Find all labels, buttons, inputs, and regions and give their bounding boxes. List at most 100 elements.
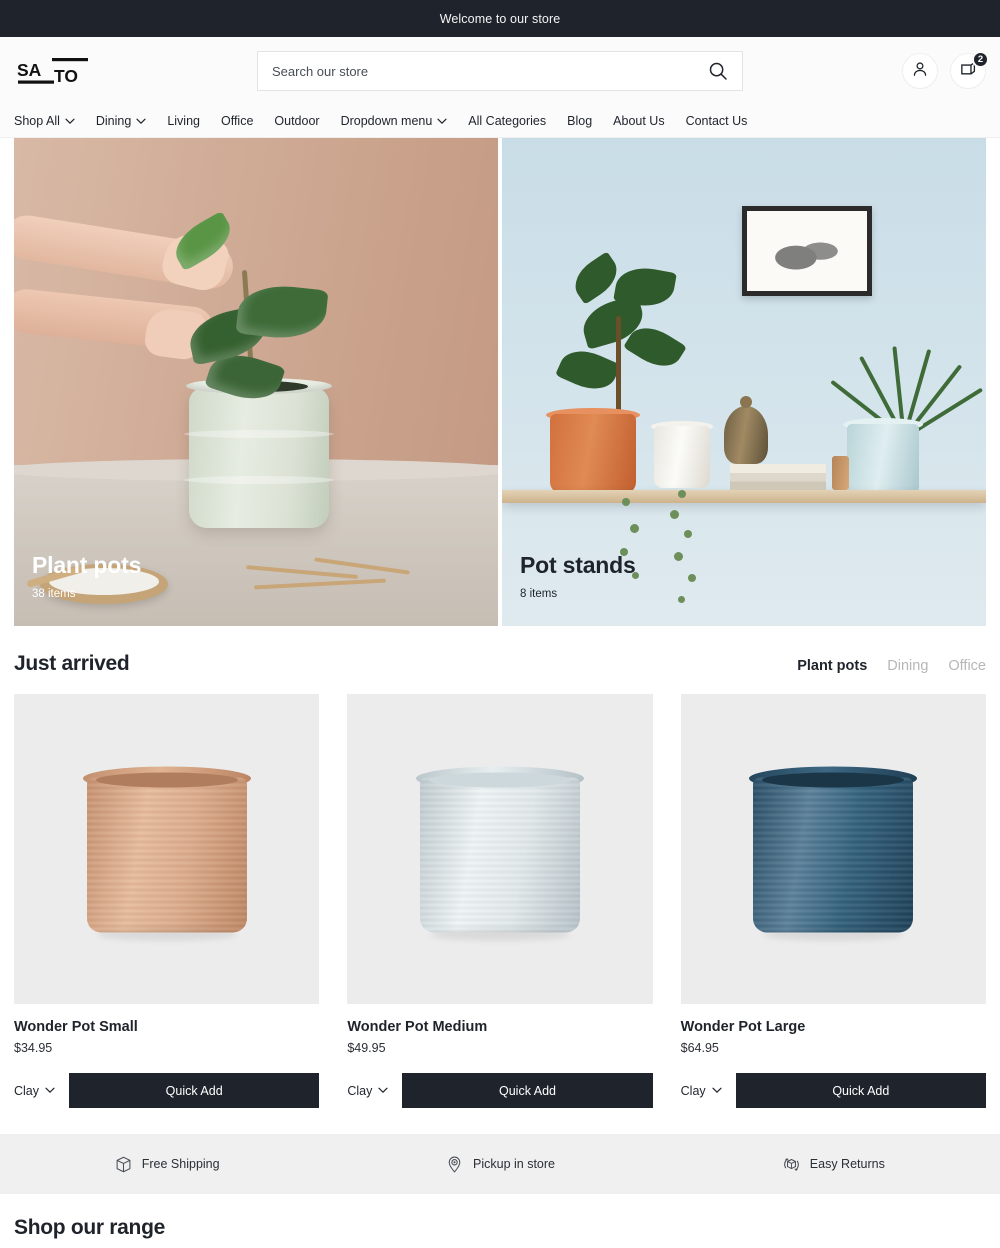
svg-text:TO: TO xyxy=(54,66,78,86)
nav-label: Contact Us xyxy=(685,114,748,128)
tab-office[interactable]: Office xyxy=(948,658,986,674)
feature-label: Easy Returns xyxy=(809,1157,885,1171)
hero-card-plant-pots[interactable]: Plant pots 38 items xyxy=(14,138,498,626)
chevron-down-icon xyxy=(712,1087,722,1094)
svg-text:SA: SA xyxy=(17,60,42,80)
product-image[interactable] xyxy=(680,694,986,1004)
nav-item-shop-all[interactable]: Shop All xyxy=(14,114,75,128)
site-logo[interactable]: SA TO xyxy=(14,52,124,90)
product-title[interactable]: Wonder Pot Small xyxy=(14,1019,319,1035)
hero-item-count: 8 items xyxy=(520,588,558,600)
variant-selector[interactable]: Clay xyxy=(347,1073,402,1108)
variant-selector[interactable]: Clay xyxy=(681,1073,736,1108)
logo-icon: SA TO xyxy=(17,58,88,86)
feature-label: Pickup in store xyxy=(473,1157,555,1171)
nav-item-contact-us[interactable]: Contact Us xyxy=(686,114,748,128)
storefront-page: Welcome to our store SA TO Search our st… xyxy=(0,0,1000,1248)
hero-collection-banners: Plant pots 38 items Pot stands 8 items xyxy=(0,138,1000,626)
search-container xyxy=(257,51,743,91)
tab-dining[interactable]: Dining xyxy=(887,658,928,674)
nav-item-blog[interactable]: Blog xyxy=(567,114,592,128)
section-title-just-arrived: Just arrived xyxy=(14,652,130,675)
search-input[interactable] xyxy=(272,63,708,79)
main-nav: Shop All Dining Living Office Outdoor Dr… xyxy=(0,105,1000,138)
return-box-icon xyxy=(782,1155,801,1174)
search-icon[interactable] xyxy=(708,61,728,81)
chevron-down-icon xyxy=(437,118,447,124)
feature-bar: Free Shipping Pickup in store Easy Retur… xyxy=(0,1134,1000,1194)
product-card-wonder-pot-large: Wonder Pot Large $64.95 Clay Quick Add xyxy=(680,694,986,1108)
feature-pickup-in-store: Pickup in store xyxy=(333,1155,666,1174)
nav-label: Blog xyxy=(567,114,593,128)
variant-label: Clay xyxy=(14,1083,40,1098)
hero-text-pot-stands: Pot stands 8 items xyxy=(520,552,636,600)
product-price: $49.95 xyxy=(347,1041,386,1055)
nav-item-about-us[interactable]: About Us xyxy=(613,114,664,128)
site-header: SA TO Search our store 2 xyxy=(0,37,1000,105)
product-card-wonder-pot-medium: Wonder Pot Medium $49.95 Clay Quick Add xyxy=(347,694,653,1108)
chevron-down-icon xyxy=(136,118,146,124)
hero-text-plant-pots: Plant pots 38 items xyxy=(32,552,141,600)
nav-label: Dining xyxy=(95,114,132,128)
product-image[interactable] xyxy=(347,694,653,1004)
pot-graphic xyxy=(749,766,918,941)
pot-graphic xyxy=(82,766,251,941)
nav-item-office[interactable]: Office xyxy=(221,114,253,128)
hero-item-count: 38 items xyxy=(32,588,76,600)
account-button[interactable] xyxy=(902,53,938,89)
quick-add-button[interactable]: Quick Add xyxy=(69,1073,320,1108)
tab-plant-pots[interactable]: Plant pots xyxy=(797,658,867,674)
user-icon xyxy=(911,60,929,83)
chevron-down-icon xyxy=(45,1087,55,1094)
nav-item-dropdown-menu[interactable]: Dropdown menu xyxy=(341,114,448,128)
nav-item-dining[interactable]: Dining xyxy=(96,114,146,128)
nav-label: All Categories xyxy=(468,114,547,128)
nav-item-outdoor[interactable]: Outdoor xyxy=(274,114,319,128)
variant-selector[interactable]: Clay xyxy=(14,1073,69,1108)
quick-add-button[interactable]: Quick Add xyxy=(402,1073,653,1108)
product-card-wonder-pot-small: Wonder Pot Small $34.95 Clay Quick Add xyxy=(14,694,320,1108)
product-title[interactable]: Wonder Pot Large xyxy=(681,1019,986,1035)
product-image[interactable] xyxy=(14,694,320,1004)
product-actions: Clay Quick Add xyxy=(14,1073,320,1108)
hero-title: Pot stands xyxy=(520,552,636,579)
pot-graphic xyxy=(415,766,584,941)
hero-card-pot-stands[interactable]: Pot stands 8 items xyxy=(502,138,986,626)
product-price: $34.95 xyxy=(14,1041,53,1055)
variant-label: Clay xyxy=(347,1083,373,1098)
feature-free-shipping: Free Shipping xyxy=(0,1155,333,1174)
nav-item-living[interactable]: Living xyxy=(167,114,200,128)
product-grid: Wonder Pot Small $34.95 Clay Quick Add W… xyxy=(0,676,1000,1108)
nav-item-all-categories[interactable]: All Categories xyxy=(468,114,546,128)
shop-range-grid xyxy=(0,1240,1000,1248)
product-price: $64.95 xyxy=(680,1041,719,1055)
cart-button[interactable]: 2 xyxy=(950,51,989,89)
chevron-down-icon xyxy=(65,118,75,124)
nav-label: Shop All xyxy=(14,114,60,128)
shop-range-header: Shop our range xyxy=(0,1194,1000,1240)
nav-label: Office xyxy=(220,114,254,128)
header-actions: 2 xyxy=(902,51,989,89)
variant-label: Clay xyxy=(680,1083,706,1098)
nav-label: Outdoor xyxy=(274,114,320,128)
product-actions: Clay Quick Add xyxy=(347,1073,653,1108)
just-arrived-tabs: Plant pots Dining Office xyxy=(797,658,986,674)
quick-add-button[interactable]: Quick Add xyxy=(735,1073,986,1108)
product-title[interactable]: Wonder Pot Medium xyxy=(347,1019,652,1035)
feature-easy-returns: Easy Returns xyxy=(667,1155,1000,1174)
product-actions: Clay Quick Add xyxy=(681,1073,986,1108)
nav-label: Living xyxy=(167,114,200,128)
nav-label: About Us xyxy=(613,114,665,128)
box-icon xyxy=(114,1155,133,1174)
cart-count-badge: 2 xyxy=(972,51,989,68)
section-title-shop-our-range: Shop our range xyxy=(14,1216,165,1239)
search-box[interactable] xyxy=(257,51,743,91)
announcement-bar: Welcome to our store xyxy=(0,0,1000,37)
hero-title: Plant pots xyxy=(32,552,142,579)
chevron-down-icon xyxy=(378,1087,388,1094)
announcement-text: Welcome to our store xyxy=(439,11,561,26)
feature-label: Free Shipping xyxy=(141,1157,220,1171)
just-arrived-header: Just arrived Plant pots Dining Office xyxy=(0,626,1000,676)
map-pin-icon xyxy=(445,1155,464,1174)
nav-label: Dropdown menu xyxy=(340,114,433,128)
